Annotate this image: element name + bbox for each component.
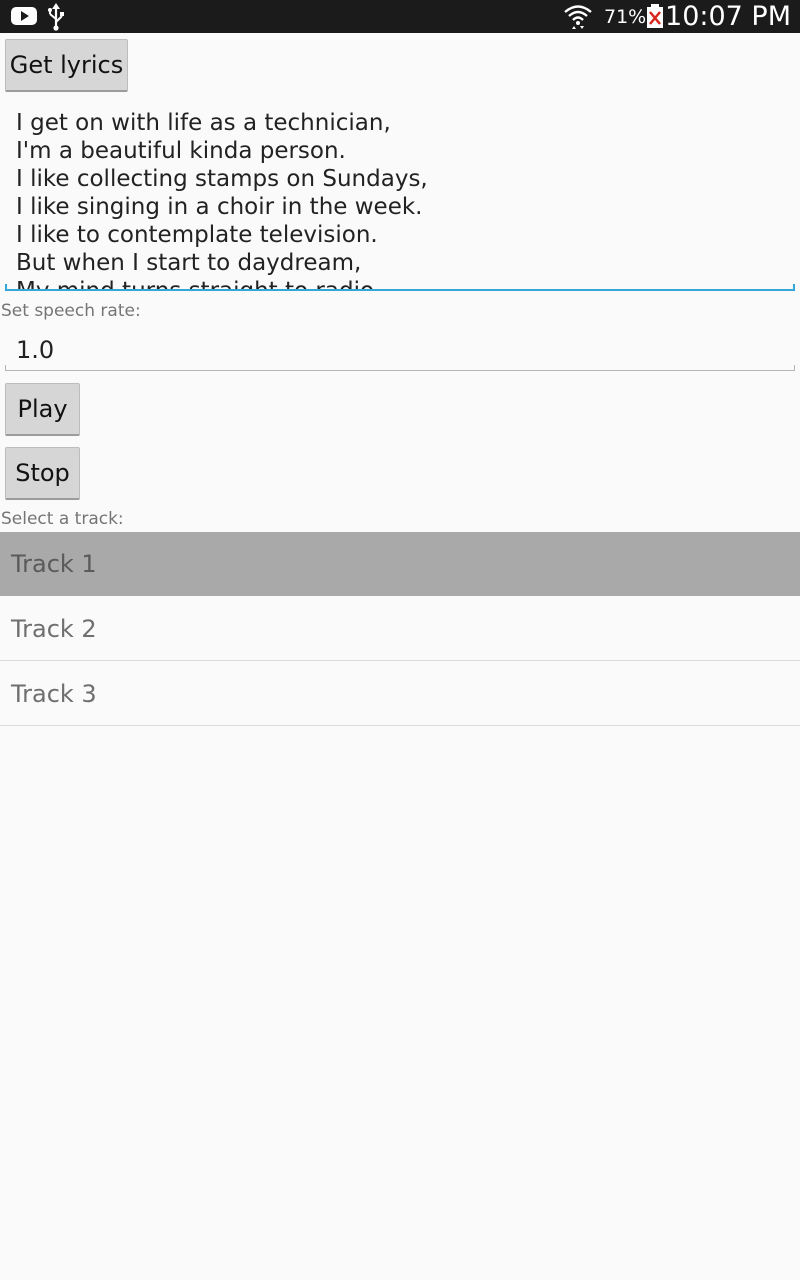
wifi-icon [563,3,593,34]
status-bar: 71% 10:07 PM [0,0,800,33]
select-track-label: Select a track: [1,509,124,529]
speech-rate-underline-right-tick [794,365,795,371]
speech-rate-underline [5,370,795,371]
battery-percent: 71% [604,6,647,28]
lyrics-field-underline-left-tick [5,284,7,291]
youtube-icon [10,6,38,30]
play-button[interactable]: Play [5,383,80,436]
track-list-item-3[interactable]: Track 3 [0,662,800,726]
get-lyrics-button[interactable]: Get lyrics [5,39,128,92]
usb-icon [46,3,66,35]
speech-rate-label: Set speech rate: [1,301,141,321]
lyrics-field-underline-right-tick [793,284,795,291]
track-list-item-1[interactable]: Track 1 [0,532,800,596]
battery-icon [646,4,664,33]
clock-time: 10:07 PM [665,1,791,32]
stop-button[interactable]: Stop [5,447,80,500]
lyrics-text-field[interactable]: I get on with life as a technician, I'm … [5,96,795,290]
lyrics-field-underline [5,289,795,291]
speech-rate-underline-left-tick [5,365,6,371]
speech-rate-input[interactable]: 1.0 [5,330,795,370]
track-list-item-2[interactable]: Track 2 [0,597,800,661]
